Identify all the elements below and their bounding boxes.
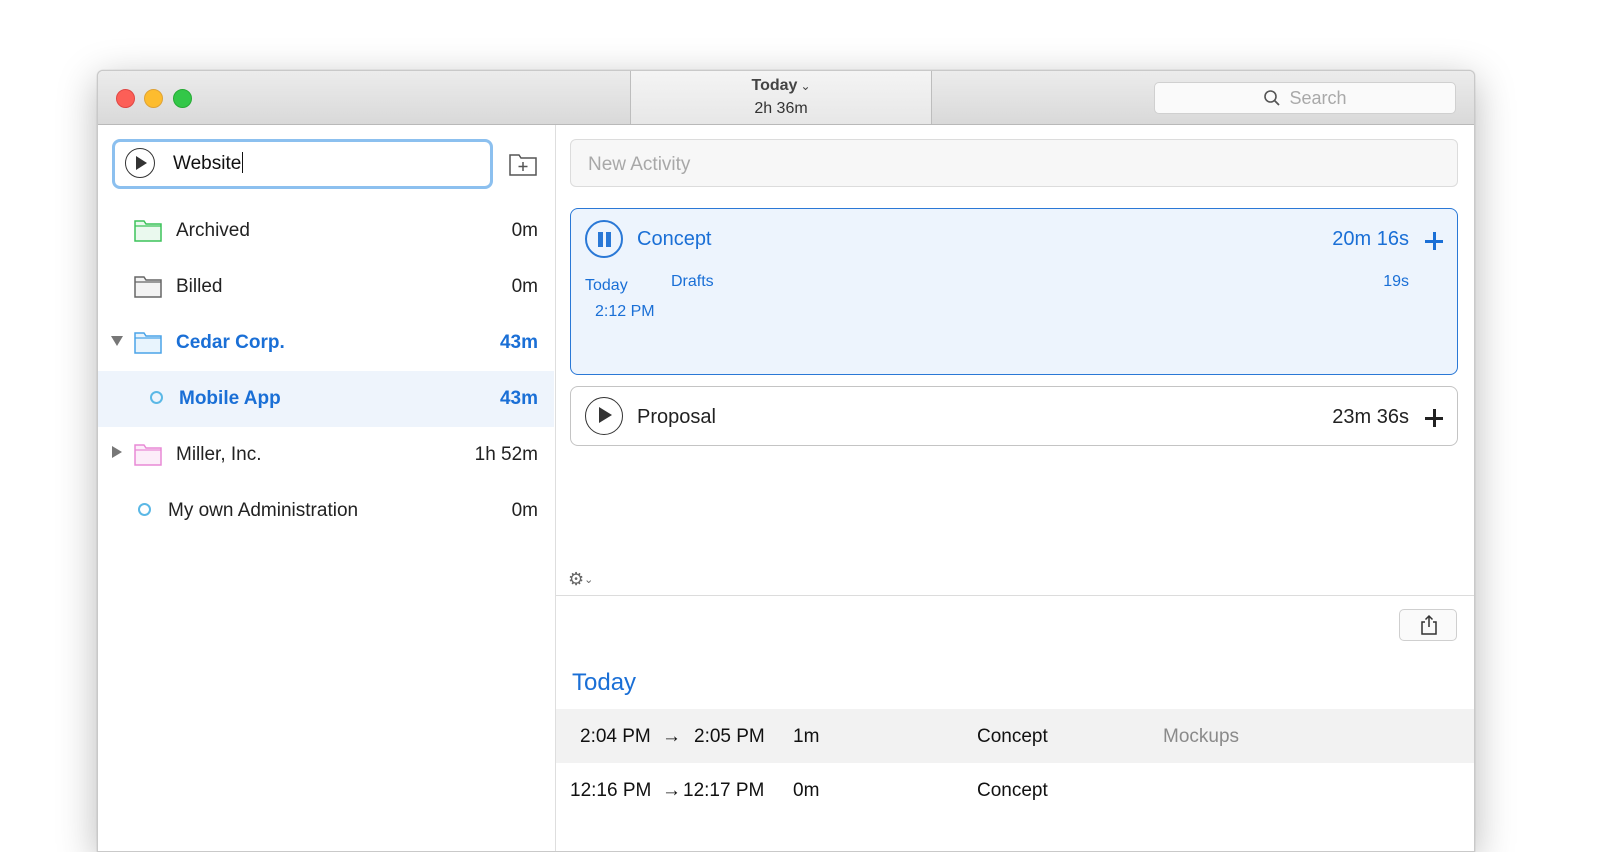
log-duration: 0m xyxy=(793,780,820,801)
disclosure-expanded-icon[interactable] xyxy=(111,336,123,346)
plus-icon[interactable] xyxy=(1425,409,1443,427)
log-end: 12:17 PM xyxy=(683,780,765,801)
sidebar-item-time: 1h 52m xyxy=(474,444,538,465)
search-placeholder: Search xyxy=(1289,87,1347,108)
app-window: Today ⌄ 2h 36m Search Website Archived 0m… xyxy=(97,70,1475,852)
sidebar-item-time: 0m xyxy=(511,500,538,521)
sidebar-item-time: 0m xyxy=(511,276,538,297)
table-row[interactable]: 2:04 PM → 2:05 PM 1m Concept Mockups xyxy=(556,709,1474,763)
new-activity-placeholder: New Activity xyxy=(588,154,691,175)
entry-duration: 19s xyxy=(1383,273,1409,290)
entry-date: Today xyxy=(585,277,628,294)
activity-time: 20m 16s xyxy=(1332,228,1409,250)
minimize-window-button[interactable] xyxy=(144,89,163,108)
sidebar-item-time: 43m xyxy=(499,332,538,353)
new-activity-input[interactable]: New Activity xyxy=(570,139,1458,187)
project-sidebar: Website Archived 0m Billed 0m Cedar Corp… xyxy=(98,125,556,851)
chevron-down-icon: ⌄ xyxy=(800,79,811,93)
text-caret xyxy=(242,152,244,173)
log-activity: Concept xyxy=(977,726,1048,747)
titlebar: Today ⌄ 2h 36m Search xyxy=(98,71,1474,125)
gear-icon: ⚙ xyxy=(568,569,585,589)
play-icon[interactable] xyxy=(125,148,155,178)
log-start: 12:16 PM xyxy=(570,780,652,801)
folder-icon xyxy=(134,220,162,242)
period-selector[interactable]: Today ⌄ 2h 36m xyxy=(630,71,932,124)
pause-icon[interactable] xyxy=(585,220,623,258)
divider xyxy=(556,595,1474,596)
activity-name: Proposal xyxy=(637,406,716,428)
activity-card-concept[interactable]: Concept 20m 16s Today 2:12 PM Drafts 19s xyxy=(570,208,1458,375)
entry-time: 2:12 PM xyxy=(595,303,655,320)
add-folder-button[interactable] xyxy=(508,151,538,177)
plus-icon[interactable] xyxy=(1425,232,1443,250)
add-folder-icon xyxy=(509,154,537,176)
close-window-button[interactable] xyxy=(116,89,135,108)
sidebar-item-label: Miller, Inc. xyxy=(176,444,262,465)
activity-time: 23m 36s xyxy=(1332,406,1409,428)
sidebar-item-miller-inc[interactable]: Miller, Inc. 1h 52m xyxy=(98,427,554,483)
play-icon[interactable] xyxy=(585,397,623,435)
table-row[interactable]: 12:16 PM → 12:17 PM 0m Concept xyxy=(556,763,1474,817)
share-button[interactable] xyxy=(1399,609,1457,641)
search-icon xyxy=(1264,90,1281,106)
log-end: 2:05 PM xyxy=(694,726,765,747)
project-dot-icon xyxy=(138,503,151,516)
entry-datetime: Today 2:12 PM xyxy=(585,273,655,325)
period-label: Today xyxy=(751,77,798,94)
zoom-window-button[interactable] xyxy=(173,89,192,108)
sidebar-item-label: Archived xyxy=(176,220,250,241)
project-name-value: Website xyxy=(173,153,242,174)
activity-name: Concept xyxy=(637,228,712,250)
sidebar-item-archived[interactable]: Archived 0m xyxy=(98,203,554,259)
folder-icon xyxy=(134,276,162,298)
project-dot-icon xyxy=(150,391,163,404)
log-arrow: → xyxy=(662,780,681,801)
sidebar-item-label: My own Administration xyxy=(168,500,359,521)
folder-icon xyxy=(134,332,162,354)
entry-note[interactable]: Drafts xyxy=(671,273,714,291)
log-duration: 1m xyxy=(793,726,820,747)
sidebar-item-mobile-app[interactable]: Mobile App 43m xyxy=(98,371,554,427)
activities-pane: New Activity Concept 20m 16s Today 2:12 … xyxy=(556,125,1474,851)
sidebar-item-label: Mobile App xyxy=(179,388,281,409)
sidebar-item-time: 43m xyxy=(499,388,538,409)
log-arrow: → xyxy=(662,726,681,747)
log-note: Mockups xyxy=(1163,726,1240,747)
chevron-down-icon: ⌄ xyxy=(584,574,594,586)
gear-menu-button[interactable]: ⚙⌄ xyxy=(568,569,593,590)
log-start: 2:04 PM xyxy=(580,726,651,747)
project-name-input[interactable]: Website xyxy=(112,139,493,189)
log-activity: Concept xyxy=(977,780,1048,801)
sidebar-item-my-own-administration[interactable]: My own Administration 0m xyxy=(98,483,554,539)
sidebar-item-label: Billed xyxy=(176,276,223,297)
share-icon xyxy=(1421,614,1437,635)
folder-icon xyxy=(134,444,162,466)
sidebar-item-label: Cedar Corp. xyxy=(176,332,285,353)
period-total: 2h 36m xyxy=(754,100,808,117)
log-heading: Today xyxy=(572,669,637,696)
sidebar-item-time: 0m xyxy=(511,220,538,241)
disclosure-collapsed-icon[interactable] xyxy=(112,446,122,458)
sidebar-item-cedar-corp[interactable]: Cedar Corp. 43m xyxy=(98,315,554,371)
sidebar-item-billed[interactable]: Billed 0m xyxy=(98,259,554,315)
search-field[interactable]: Search xyxy=(1154,82,1456,114)
activity-card-proposal[interactable]: Proposal 23m 36s xyxy=(570,386,1458,446)
